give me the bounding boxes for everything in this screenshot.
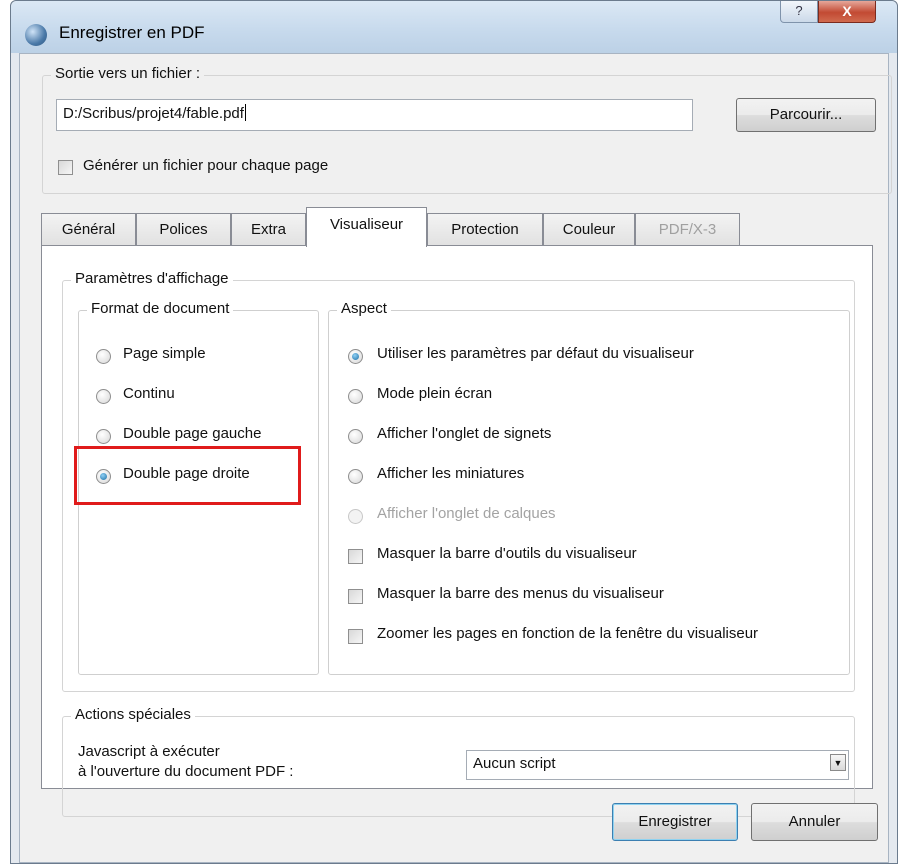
window-title: Enregistrer en PDF bbox=[59, 23, 205, 42]
special-actions-groupbox: Actions spéciales Javascript à exécuter … bbox=[62, 706, 855, 817]
tab-visualiseur[interactable]: Visualiseur bbox=[306, 207, 427, 247]
label-fit-window: Zoomer les pages en fonction de la fenêt… bbox=[377, 625, 759, 642]
radio-default-viewer[interactable] bbox=[348, 349, 363, 364]
script-dropdown[interactable]: Aucun script ▼ bbox=[466, 750, 849, 780]
dialog-body: Sortie vers un fichier : D:/Scribus/proj… bbox=[19, 53, 892, 863]
document-format-label: Format de document bbox=[87, 300, 234, 317]
label-default-viewer: Utiliser les paramètres par défaut du vi… bbox=[377, 345, 694, 362]
per-page-label: Générer un fichier pour chaque page bbox=[83, 157, 329, 174]
output-groupbox: Sortie vers un fichier : D:/Scribus/proj… bbox=[42, 65, 892, 194]
output-path-value: D:/Scribus/projet4/fable.pdf bbox=[63, 105, 244, 122]
label-layers-tab: Afficher l'onglet de calques bbox=[377, 505, 556, 522]
label-continu: Continu bbox=[123, 385, 175, 402]
scribus-app-icon bbox=[25, 24, 47, 46]
red-highlight-annotation bbox=[74, 446, 301, 505]
special-actions-label: Actions spéciales bbox=[71, 706, 195, 723]
aspect-groupbox: Aspect Utiliser les paramètres par défau… bbox=[328, 300, 850, 675]
label-bookmarks-tab: Afficher l'onglet de signets bbox=[377, 425, 552, 442]
label-hide-toolbar: Masquer la barre d'outils du visualiseur bbox=[377, 545, 637, 562]
radio-double-page-gauche[interactable] bbox=[96, 429, 111, 444]
dialog-window: Enregistrer en PDF ? X Sortie vers un fi… bbox=[10, 0, 898, 864]
tab-couleur[interactable]: Couleur bbox=[543, 213, 635, 246]
tab-pdfx3: PDF/X-3 bbox=[635, 213, 740, 246]
close-button[interactable]: X bbox=[818, 1, 876, 23]
chevron-down-icon[interactable]: ▼ bbox=[830, 754, 846, 771]
radio-fullscreen[interactable] bbox=[348, 389, 363, 404]
script-dropdown-value: Aucun script bbox=[473, 755, 556, 772]
label-page-simple: Page simple bbox=[123, 345, 206, 362]
radio-page-simple[interactable] bbox=[96, 349, 111, 364]
visualiseur-tab-panel: Paramètres d'affichage Format de documen… bbox=[41, 245, 873, 817]
per-page-checkbox[interactable] bbox=[58, 160, 73, 175]
radio-bookmarks-tab[interactable] bbox=[348, 429, 363, 444]
save-button[interactable]: Enregistrer bbox=[612, 803, 738, 841]
checkbox-hide-toolbar[interactable] bbox=[348, 549, 363, 564]
tab-polices[interactable]: Polices bbox=[136, 213, 231, 246]
label-hide-menubar: Masquer la barre des menus du visualiseu… bbox=[377, 585, 664, 602]
tab-protection[interactable]: Protection bbox=[427, 213, 543, 246]
cancel-button[interactable]: Annuler bbox=[751, 803, 878, 841]
javascript-label-line1: Javascript à exécuter bbox=[78, 743, 220, 760]
radio-layers-tab bbox=[348, 509, 363, 524]
help-button[interactable]: ? bbox=[780, 1, 818, 23]
checkbox-fit-window[interactable] bbox=[348, 629, 363, 644]
browse-button[interactable]: Parcourir... bbox=[736, 98, 876, 132]
display-settings-groupbox: Paramètres d'affichage Format de documen… bbox=[62, 270, 855, 692]
label-fullscreen: Mode plein écran bbox=[377, 385, 493, 402]
aspect-label: Aspect bbox=[337, 300, 391, 317]
output-group-label: Sortie vers un fichier : bbox=[51, 65, 205, 82]
label-thumbnails: Afficher les miniatures bbox=[377, 465, 525, 482]
title-bar[interactable]: Enregistrer en PDF ? X bbox=[11, 1, 897, 53]
display-settings-label: Paramètres d'affichage bbox=[71, 270, 233, 287]
tab-general[interactable]: Général bbox=[41, 213, 136, 246]
tab-extra[interactable]: Extra bbox=[231, 213, 306, 246]
javascript-label-line2: à l'ouverture du document PDF : bbox=[78, 763, 294, 780]
checkbox-hide-menubar[interactable] bbox=[348, 589, 363, 604]
radio-thumbnails[interactable] bbox=[348, 469, 363, 484]
label-double-page-gauche: Double page gauche bbox=[123, 425, 262, 442]
document-format-groupbox: Format de document Page simple Continu D… bbox=[74, 300, 319, 675]
radio-continu[interactable] bbox=[96, 389, 111, 404]
text-caret bbox=[244, 104, 246, 121]
output-path-field[interactable]: D:/Scribus/projet4/fable.pdf bbox=[56, 99, 693, 131]
